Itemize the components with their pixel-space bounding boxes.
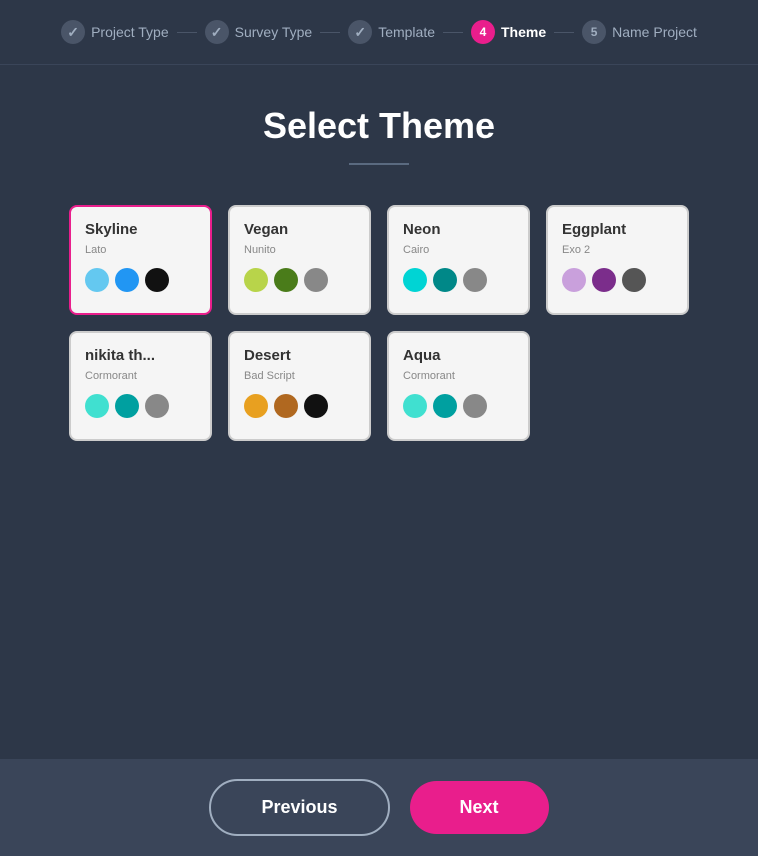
step-theme[interactable]: 4 Theme <box>471 20 546 44</box>
theme-font-aqua: Cormorant <box>403 370 514 382</box>
color-dot <box>244 268 268 292</box>
next-button[interactable]: Next <box>410 781 549 834</box>
theme-card-eggplant[interactable]: Eggplant Exo 2 <box>546 205 689 315</box>
theme-colors-desert <box>244 394 355 418</box>
step-project-type[interactable]: ✓ Project Type <box>61 20 169 44</box>
color-dot <box>115 268 139 292</box>
step-divider <box>554 32 574 33</box>
page-title: Select Theme <box>263 105 495 147</box>
theme-name-vegan: Vegan <box>244 221 355 238</box>
theme-name-skyline: Skyline <box>85 221 196 238</box>
theme-colors-aqua <box>403 394 514 418</box>
previous-button[interactable]: Previous <box>209 779 389 836</box>
theme-name-neon: Neon <box>403 221 514 238</box>
theme-name-aqua: Aqua <box>403 347 514 364</box>
step-label-survey-type: Survey Type <box>235 24 313 40</box>
footer: Previous Next <box>0 759 758 856</box>
theme-font-skyline: Lato <box>85 244 196 256</box>
color-dot <box>115 394 139 418</box>
color-dot <box>85 268 109 292</box>
theme-card-desert[interactable]: Desert Bad Script <box>228 331 371 441</box>
step-icon-survey-type: ✓ <box>205 20 229 44</box>
color-dot <box>304 268 328 292</box>
theme-font-nikita: Cormorant <box>85 370 196 382</box>
theme-grid: SkylineLatoVeganNunitoNeonCairoEggplantE… <box>69 205 689 441</box>
theme-colors-eggplant <box>562 268 673 292</box>
color-dot <box>145 394 169 418</box>
theme-colors-vegan <box>244 268 355 292</box>
step-label-name-project: Name Project <box>612 24 697 40</box>
theme-colors-nikita <box>85 394 196 418</box>
step-label-project-type: Project Type <box>91 24 169 40</box>
step-survey-type[interactable]: ✓ Survey Type <box>205 20 313 44</box>
theme-font-neon: Cairo <box>403 244 514 256</box>
color-dot <box>463 394 487 418</box>
color-dot <box>592 268 616 292</box>
theme-font-desert: Bad Script <box>244 370 355 382</box>
color-dot <box>274 394 298 418</box>
theme-card-aqua[interactable]: Aqua Cormorant <box>387 331 530 441</box>
main-content: Select Theme Skyline Lato Vegan Nunito Neon C… <box>0 65 758 759</box>
stepper: ✓ Project Type ✓ Survey Type ✓ Template 4 Theme… <box>0 0 758 65</box>
color-dot <box>145 268 169 292</box>
color-dot <box>433 268 457 292</box>
step-icon-theme: 4 <box>471 20 495 44</box>
title-divider <box>349 163 409 165</box>
color-dot <box>244 394 268 418</box>
theme-name-nikita: nikita th... <box>85 347 196 364</box>
step-divider <box>320 32 340 33</box>
step-label-template: Template <box>378 24 435 40</box>
color-dot <box>562 268 586 292</box>
theme-card-vegan[interactable]: Vegan Nunito <box>228 205 371 315</box>
step-template[interactable]: ✓ Template <box>348 20 435 44</box>
theme-card-nikita[interactable]: nikita th... Cormorant <box>69 331 212 441</box>
color-dot <box>433 394 457 418</box>
theme-font-vegan: Nunito <box>244 244 355 256</box>
step-divider <box>443 32 463 33</box>
color-dot <box>463 268 487 292</box>
step-divider <box>177 32 197 33</box>
theme-card-neon[interactable]: Neon Cairo <box>387 205 530 315</box>
step-icon-project-type: ✓ <box>61 20 85 44</box>
step-icon-name-project: 5 <box>582 20 606 44</box>
color-dot <box>85 394 109 418</box>
step-icon-template: ✓ <box>348 20 372 44</box>
theme-name-eggplant: Eggplant <box>562 221 673 238</box>
color-dot <box>403 268 427 292</box>
theme-font-eggplant: Exo 2 <box>562 244 673 256</box>
color-dot <box>304 394 328 418</box>
theme-card-skyline[interactable]: Skyline Lato <box>69 205 212 315</box>
color-dot <box>403 394 427 418</box>
theme-colors-neon <box>403 268 514 292</box>
color-dot <box>622 268 646 292</box>
step-label-theme: Theme <box>501 24 546 40</box>
theme-colors-skyline <box>85 268 196 292</box>
color-dot <box>274 268 298 292</box>
theme-name-desert: Desert <box>244 347 355 364</box>
step-name-project[interactable]: 5 Name Project <box>582 20 697 44</box>
